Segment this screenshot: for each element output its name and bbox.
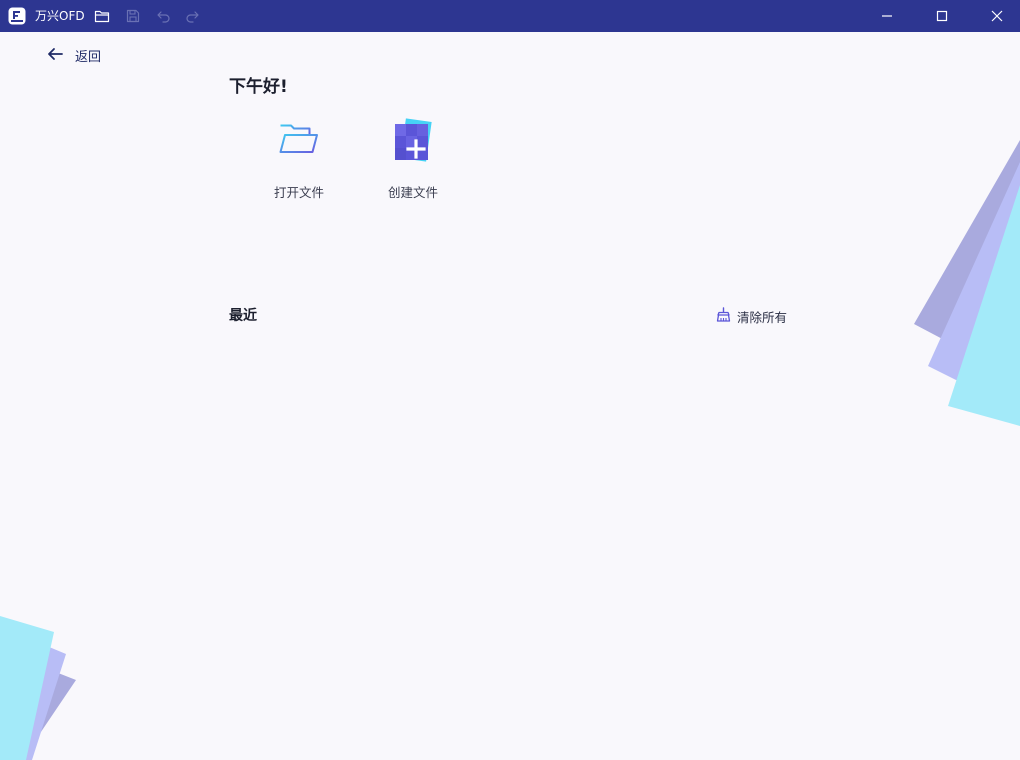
redo-icon[interactable] [184,8,200,24]
open-file-icon [277,118,321,166]
recent-section-title: 最近 [229,308,257,324]
save-icon[interactable] [125,8,141,24]
create-file-button[interactable]: 创建文件 [368,112,458,207]
minimize-icon [882,15,892,17]
arrow-left-icon [47,46,63,62]
decorative-background-shapes [0,140,1020,760]
clear-all-label: 清除所有 [737,310,788,325]
broom-icon [716,307,731,322]
maximize-button[interactable] [919,0,965,32]
maximize-icon [936,10,948,22]
app-logo [8,7,26,25]
create-file-icon [391,118,435,166]
close-button[interactable] [974,0,1020,32]
create-file-label: 创建文件 [387,185,438,200]
open-folder-icon[interactable] [94,8,110,24]
greeting-heading: 下午好! [229,77,288,97]
open-file-label: 打开文件 [273,185,324,200]
open-file-button[interactable]: 打开文件 [254,112,344,207]
title-bar: 万兴OFD [0,0,1020,32]
undo-icon[interactable] [156,8,172,24]
close-icon [991,10,1003,22]
minimize-button[interactable] [864,0,910,32]
back-label: 返回 [75,50,102,65]
app-title: 万兴OFD [35,9,85,23]
